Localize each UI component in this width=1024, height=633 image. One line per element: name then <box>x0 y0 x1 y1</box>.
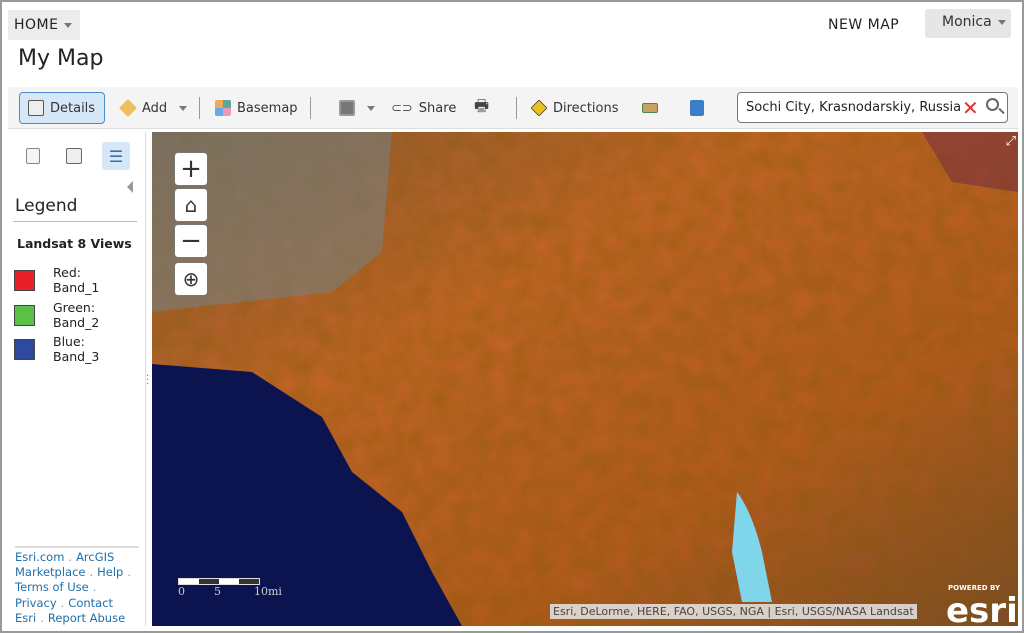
details-icon <box>28 100 44 116</box>
attribution: Esri, DeLorme, HERE, FAO, USGS, NGA | Es… <box>550 604 917 619</box>
chevron-down-icon <box>997 19 1006 25</box>
basemap-label: Basemap <box>237 100 298 116</box>
scale-label: 10mi <box>254 585 282 598</box>
about-icon <box>26 148 40 164</box>
legend-heading: Legend <box>15 196 78 216</box>
measure-icon <box>642 103 658 113</box>
divider <box>13 221 137 222</box>
map-view[interactable]: + ⌂ − ⊕ ⤢ 0 5 10mi Esri, DeLorme, HERE, FA… <box>152 132 1018 626</box>
scale-label: 5 <box>214 585 221 598</box>
link-report-abuse[interactable]: Report Abuse <box>48 611 125 625</box>
bookmark-icon <box>690 100 704 116</box>
clear-search-icon[interactable]: ✕ <box>962 96 979 120</box>
tab-content[interactable] <box>60 142 88 170</box>
satellite-imagery <box>152 132 1018 626</box>
measure-button[interactable] <box>642 92 658 124</box>
user-name: Monica <box>942 14 992 30</box>
tab-legend[interactable]: ☰ <box>102 142 130 170</box>
divider <box>516 97 517 119</box>
home-menu[interactable]: HOME <box>8 10 80 40</box>
user-menu[interactable]: Monica <box>925 9 1011 38</box>
save-button[interactable] <box>339 92 375 124</box>
basemap-button[interactable]: Basemap <box>215 92 298 124</box>
print-button[interactable]: 🖶 <box>474 92 489 124</box>
link-esri-com[interactable]: Esri.com <box>15 550 64 564</box>
legend-value: Band_2 <box>53 315 100 330</box>
page-title: My Map <box>18 46 104 71</box>
esri-logo[interactable]: esri <box>946 594 1018 626</box>
content-icon <box>66 148 82 164</box>
share-button[interactable]: ⊂⊃ Share <box>391 92 456 124</box>
bookmarks-button[interactable] <box>690 92 704 124</box>
tab-about[interactable] <box>19 142 47 170</box>
directions-icon <box>530 99 548 117</box>
legend-item: Green: Band_2 <box>14 300 99 330</box>
link-help[interactable]: Help <box>97 565 123 579</box>
legend-label: Blue: <box>53 334 85 349</box>
zoom-out-button[interactable]: − <box>174 224 208 258</box>
legend-value: Band_1 <box>53 280 100 295</box>
color-swatch <box>14 339 35 360</box>
link-privacy[interactable]: Privacy <box>15 596 57 610</box>
add-icon <box>118 98 138 118</box>
link-terms[interactable]: Terms of Use <box>15 580 89 594</box>
basemap-icon <box>215 100 231 116</box>
divider <box>199 97 200 119</box>
details-label: Details <box>50 100 96 116</box>
footer-links: Esri.com. ArcGIS Marketplace. Help. Terms … <box>15 546 139 626</box>
add-label: Add <box>142 100 168 116</box>
scale-bar-graphic <box>178 578 260 585</box>
search-value: Sochi City, Krasnodarskiy, Russia <box>746 100 962 115</box>
add-button[interactable]: Add <box>118 92 188 124</box>
expand-icon[interactable]: ⤢ <box>1006 134 1016 149</box>
chevron-down-icon <box>367 105 375 111</box>
home-icon: ⌂ <box>184 193 198 217</box>
legend-item: Blue: Band_3 <box>14 334 99 364</box>
legend-label: Red: <box>53 265 81 280</box>
locate-button[interactable]: ⊕ <box>174 262 208 296</box>
link-icon: ⊂⊃ <box>391 100 413 116</box>
sidebar: ☰ Legend Landsat 8 Views Red: Band_1 Gree… <box>8 132 146 626</box>
search-icon[interactable] <box>986 98 999 111</box>
layer-title: Landsat 8 Views <box>17 236 132 251</box>
divider <box>310 97 311 119</box>
share-label: Share <box>418 100 457 116</box>
crosshair-icon: ⊕ <box>182 267 200 291</box>
directions-button[interactable]: Directions <box>530 92 619 124</box>
color-swatch <box>14 270 35 291</box>
print-icon: 🖶 <box>474 95 490 115</box>
collapse-icon[interactable] <box>127 181 133 193</box>
legend-label: Green: <box>53 300 96 315</box>
color-swatch <box>14 305 35 326</box>
zoom-in-button[interactable]: + <box>174 152 208 186</box>
directions-label: Directions <box>553 100 619 116</box>
legend-item: Red: Band_1 <box>14 265 99 295</box>
scale-label: 0 <box>178 585 185 598</box>
chevron-down-icon <box>64 22 73 28</box>
new-map-link[interactable]: NEW MAP <box>828 17 899 33</box>
chevron-down-icon <box>179 105 188 111</box>
legend-value: Band_3 <box>53 349 100 364</box>
scale-bar: 0 5 10mi <box>178 578 288 599</box>
save-icon <box>339 100 355 116</box>
home-label: HOME <box>14 17 59 33</box>
details-button[interactable]: Details <box>19 92 105 124</box>
home-extent-button[interactable]: ⌂ <box>174 188 208 222</box>
resize-handle[interactable]: · · · <box>146 372 149 390</box>
legend-list-icon: ☰ <box>108 146 124 166</box>
